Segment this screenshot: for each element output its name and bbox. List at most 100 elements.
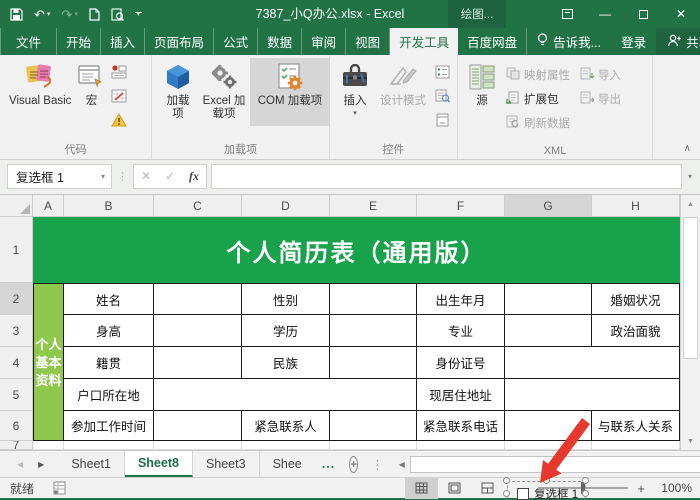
xml-source-button[interactable]: 源 — [464, 58, 500, 108]
column-header-a[interactable]: A — [33, 195, 64, 217]
macro-security-warning-icon[interactable] — [111, 113, 128, 130]
cell-e6[interactable] — [330, 411, 417, 441]
cell-e4[interactable] — [330, 347, 417, 379]
next-sheet-icon[interactable]: ▶ — [38, 460, 44, 469]
cell-c2[interactable] — [154, 283, 242, 315]
cell-b5[interactable]: 户口所在地 — [64, 379, 154, 411]
name-box[interactable]: 复选框 1 ▾ — [7, 163, 112, 189]
share-button[interactable]: 共享 — [656, 28, 700, 55]
view-code-icon[interactable] — [435, 89, 450, 106]
minimize-button[interactable]: — — [586, 0, 624, 28]
row-header-2[interactable]: 2 — [0, 283, 33, 315]
column-header-d[interactable]: D — [242, 195, 330, 217]
selection-handle[interactable] — [503, 477, 510, 484]
name-box-dropdown-icon[interactable]: ▾ — [95, 172, 111, 181]
normal-view-button[interactable] — [405, 477, 438, 499]
scroll-up-icon[interactable]: ▲ — [681, 195, 700, 213]
cell-g3[interactable] — [505, 315, 592, 347]
sheet-tab-sheet8[interactable]: Sheet8 — [124, 451, 193, 477]
customize-qat-icon[interactable]: ▾ — [134, 11, 142, 18]
ribbon-display-options-button[interactable] — [548, 0, 586, 28]
formula-bar-resize-dots[interactable]: ⋮ — [112, 170, 133, 183]
cell-f7[interactable] — [417, 441, 505, 450]
row-header-7[interactable]: 7 — [0, 441, 33, 450]
undo-button[interactable]: ↶ ▾ — [34, 8, 50, 21]
scroll-down-icon[interactable]: ▼ — [681, 432, 700, 450]
cell-a7[interactable] — [33, 441, 64, 450]
cell-f3[interactable]: 专业 — [417, 315, 505, 347]
cell-d3[interactable]: 学历 — [242, 315, 330, 347]
selection-handle[interactable] — [582, 477, 589, 484]
cell-d6[interactable]: 紧急联系人 — [242, 411, 330, 441]
vertical-scrollbar[interactable]: ▲ ▼ — [680, 195, 700, 450]
zoom-level[interactable]: 100% — [650, 481, 692, 495]
row-header-3[interactable]: 3 — [0, 315, 33, 347]
sheet-tab-clipped[interactable]: Shee — [260, 451, 315, 477]
cell-c3[interactable] — [154, 315, 242, 347]
cell-h3[interactable]: 政治面貌 — [592, 315, 680, 347]
com-addins-button[interactable]: COM 加载项 — [250, 58, 330, 126]
sign-in-button[interactable]: 登录 — [611, 32, 656, 51]
tab-file[interactable]: 文件 — [0, 28, 58, 55]
tab-formulas[interactable]: 公式 — [214, 28, 259, 55]
column-header-e[interactable]: E — [330, 195, 417, 217]
selection-handle[interactable] — [582, 490, 589, 497]
hscroll-left-icon[interactable]: ◀ — [394, 460, 410, 469]
side-label-cell[interactable]: 个人 基本 资料 — [33, 283, 64, 441]
sheet-tab-sheet1[interactable]: Sheet1 — [58, 451, 125, 477]
column-header-c[interactable]: C — [154, 195, 242, 217]
tab-home[interactable]: 开始 — [57, 28, 102, 55]
visual-basic-button[interactable]: Visual Basic — [6, 58, 74, 108]
expand-formula-bar-icon[interactable]: ▾ — [682, 172, 698, 181]
resume-title-cell[interactable]: 个人简历表（通用版） — [33, 217, 680, 283]
column-header-b[interactable]: B — [64, 195, 154, 217]
cell-g7[interactable] — [505, 441, 592, 450]
print-preview-icon[interactable] — [111, 7, 124, 21]
selection-handle[interactable] — [543, 477, 550, 484]
cell-g6[interactable] — [505, 411, 592, 441]
close-button[interactable]: ✕ — [662, 0, 700, 28]
insert-control-button[interactable]: 插入 ▾ — [336, 58, 374, 117]
cell-f2[interactable]: 出生年月 — [417, 283, 505, 315]
undo-dropdown-icon[interactable]: ▾ — [47, 11, 51, 18]
record-macro-status-icon[interactable] — [52, 481, 67, 495]
excel-addins-button[interactable]: Excel 加载项 — [198, 58, 250, 121]
cell-c5-e5[interactable] — [154, 379, 417, 411]
zoom-in-icon[interactable]: + — [632, 481, 650, 496]
cell-f6[interactable]: 紧急联系电话 — [417, 411, 505, 441]
cell-c6[interactable] — [154, 411, 242, 441]
macros-button[interactable]: 宏 — [74, 58, 108, 108]
new-document-icon[interactable] — [89, 7, 100, 21]
cell-e7[interactable] — [330, 441, 417, 450]
addins-button[interactable]: 加载项 — [158, 58, 198, 121]
cell-d2[interactable]: 性别 — [242, 283, 330, 315]
tab-page-layout[interactable]: 页面布局 — [145, 28, 215, 55]
maximize-button[interactable] — [624, 0, 662, 28]
record-macro-icon[interactable] — [111, 65, 127, 82]
row-header-4[interactable]: 4 — [0, 347, 33, 379]
tell-me-button[interactable]: 告诉我... — [527, 32, 611, 51]
properties-icon[interactable] — [435, 65, 450, 82]
selection-handle[interactable] — [503, 490, 510, 497]
page-break-view-button[interactable] — [471, 478, 504, 499]
cell-e3[interactable] — [330, 315, 417, 347]
row-header-1[interactable]: 1 — [0, 217, 33, 283]
more-sheets-indicator[interactable]: ... — [315, 451, 342, 477]
cell-c7[interactable] — [154, 441, 242, 450]
horizontal-scrollbar[interactable]: ◀ ▶ — [394, 455, 700, 473]
cell-b7[interactable] — [64, 441, 154, 450]
tab-insert[interactable]: 插入 — [101, 28, 146, 55]
horizontal-scroll-thumb[interactable] — [409, 455, 700, 473]
save-icon[interactable] — [10, 7, 23, 21]
cell-g2[interactable] — [505, 283, 592, 315]
sheet-tab-sheet3[interactable]: Sheet3 — [193, 451, 260, 477]
row-header-6[interactable]: 6 — [0, 411, 33, 441]
column-header-f[interactable]: F — [417, 195, 505, 217]
cell-b3[interactable]: 身高 — [64, 315, 154, 347]
cell-b6[interactable]: 参加工作时间 — [64, 411, 154, 441]
cell-b4[interactable]: 籍贯 — [64, 347, 154, 379]
tab-review[interactable]: 审阅 — [302, 28, 347, 55]
column-header-g[interactable]: G — [505, 195, 592, 217]
cell-g5-h5[interactable] — [505, 379, 680, 411]
select-all-corner[interactable] — [0, 195, 33, 217]
